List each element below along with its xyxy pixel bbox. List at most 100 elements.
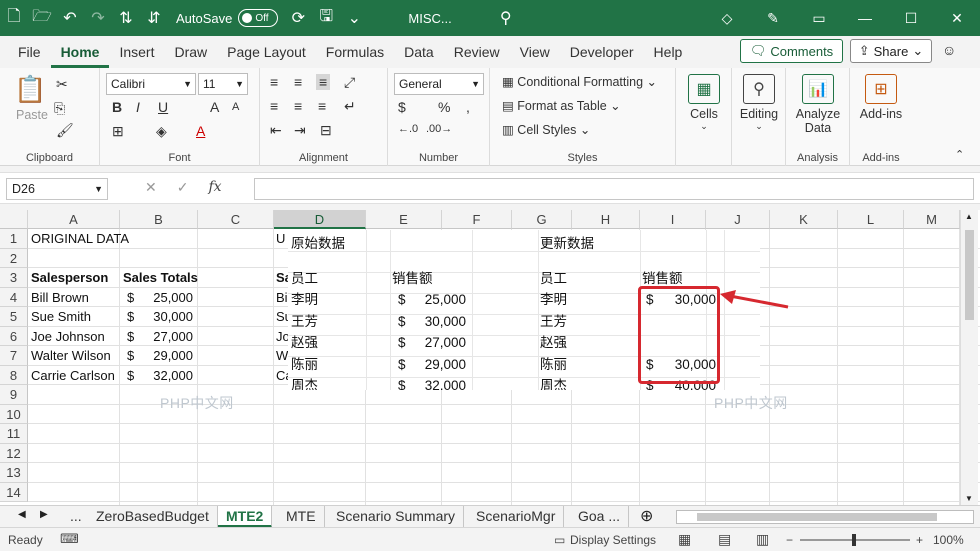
align-right-icon[interactable]: ≡ — [318, 98, 326, 114]
cell-salesperson[interactable]: Carrie Carlson — [31, 366, 115, 385]
align-top-icon[interactable]: ≡ — [270, 74, 278, 90]
cell-sales-total[interactable]: 29,000 — [140, 346, 193, 365]
wrap-text-icon[interactable]: ↵ — [344, 98, 356, 115]
cell-salesperson[interactable]: Bill Brown — [31, 288, 89, 307]
cell-salesperson[interactable]: Walter Wilson — [31, 346, 111, 365]
addins-button[interactable]: ⊞ Add-ins — [854, 74, 908, 121]
enter-icon[interactable]: ✓ — [177, 179, 189, 196]
editing-button[interactable]: ⚲ Editing ⌄ — [736, 74, 782, 132]
increase-decimal-icon[interactable]: ←.0 — [398, 123, 418, 135]
copy-icon[interactable]: ⎘ — [54, 100, 65, 117]
page-layout-view-icon[interactable]: ▤ — [718, 531, 731, 548]
decrease-decimal-icon[interactable]: .00→ — [426, 123, 452, 135]
column-header-j[interactable]: J — [706, 210, 770, 229]
row-header-6[interactable]: 6 — [0, 326, 28, 346]
zoom-slider[interactable] — [800, 534, 910, 546]
file-name[interactable]: MISC... — [408, 11, 451, 26]
align-bottom-icon[interactable]: ≡ — [316, 74, 331, 90]
cell-salesperson[interactable]: Sue Smith — [31, 307, 91, 326]
column-header-f[interactable]: F — [442, 210, 512, 229]
add-sheet-icon[interactable]: ⊕ — [640, 506, 653, 526]
row-header-10[interactable]: 10 — [0, 404, 28, 424]
scroll-down-icon[interactable]: ▼ — [965, 494, 973, 503]
font-name-select[interactable]: Calibri ▼ — [106, 73, 196, 95]
select-all-corner[interactable] — [0, 210, 28, 229]
column-header-c[interactable]: C — [198, 210, 274, 229]
align-left-icon[interactable]: ≡ — [270, 98, 278, 114]
paste-label[interactable]: Paste — [16, 108, 48, 122]
cell-dollar-sign[interactable]: $ — [127, 366, 134, 385]
h-scroll-thumb[interactable] — [697, 513, 937, 521]
file-icon[interactable]: 🗋 — [0, 5, 28, 32]
insert-function-icon[interactable]: fx — [208, 179, 221, 196]
redo-icon[interactable]: ↷ — [84, 8, 112, 28]
row-header-11[interactable]: 11 — [0, 424, 28, 444]
cell-dollar-sign[interactable]: $ — [127, 346, 134, 365]
sheet-tab-mte2[interactable]: MTE2 — [218, 506, 273, 528]
cell-dollar-sign[interactable]: $ — [127, 327, 134, 346]
cut-icon[interactable]: ✂ — [56, 76, 68, 93]
sort-asc-icon[interactable]: ⇅ — [112, 8, 140, 28]
borders-icon[interactable]: ⊞ — [112, 123, 124, 140]
cancel-icon[interactable]: ✕ — [145, 179, 157, 196]
fill-color-icon[interactable]: ◈ — [156, 123, 167, 140]
pen-icon[interactable]: ✎ — [750, 10, 796, 27]
refresh-icon[interactable]: ⟳ — [284, 8, 312, 28]
save-icon[interactable]: 🖫 — [312, 5, 340, 32]
cell-sales-total[interactable]: 27,000 — [140, 327, 193, 346]
column-header-b[interactable]: B — [120, 210, 198, 229]
horizontal-scrollbar[interactable] — [676, 510, 974, 524]
column-header-d[interactable]: D — [274, 210, 366, 229]
grow-font-icon[interactable]: A — [210, 99, 219, 115]
maximize-icon[interactable]: ☐ — [888, 10, 934, 27]
sheet-tab-scenario-summary[interactable]: Scenario Summary — [328, 506, 465, 528]
increase-indent-icon[interactable]: ⇥ — [294, 122, 306, 139]
zoom-thumb[interactable] — [852, 534, 856, 546]
column-header-a[interactable]: A — [28, 210, 120, 229]
display-settings-icon[interactable]: ▭ — [554, 533, 565, 547]
sort-desc-icon[interactable]: ⇵ — [140, 8, 168, 28]
align-center-icon[interactable]: ≡ — [294, 98, 302, 114]
decrease-indent-icon[interactable]: ⇤ — [270, 122, 282, 139]
zoom-out-icon[interactable]: − — [786, 533, 793, 547]
diamond-icon[interactable]: ◇ — [704, 10, 750, 27]
row-header-2[interactable]: 2 — [0, 248, 28, 268]
cell-partial-d[interactable]: U — [276, 229, 285, 248]
merge-center-icon[interactable]: ⊟ — [320, 122, 332, 139]
paste-icon[interactable]: 📋 — [14, 74, 46, 105]
column-header-i[interactable]: I — [640, 210, 706, 229]
sheet-tab-mte[interactable]: MTE — [278, 506, 325, 528]
sheet-tab-more[interactable]: ... — [62, 506, 90, 528]
row-header-1[interactable]: 1 — [0, 229, 28, 249]
zoom-in-icon[interactable]: + — [916, 533, 923, 547]
search-icon[interactable]: ⚲ — [492, 8, 520, 28]
sheet-tab-zerobasedbudget[interactable]: ZeroBasedBudget — [88, 506, 218, 528]
row-header-4[interactable]: 4 — [0, 287, 28, 307]
cell-partial-d[interactable]: Bi — [276, 288, 288, 307]
column-header-h[interactable]: H — [572, 210, 640, 229]
cell-sales-total[interactable]: 25,000 — [140, 288, 193, 307]
row-header-3[interactable]: 3 — [0, 268, 28, 288]
currency-icon[interactable]: $ — [398, 99, 406, 115]
zoom-level[interactable]: 100% — [933, 533, 964, 547]
scroll-thumb[interactable] — [965, 230, 974, 320]
number-format-select[interactable]: General ▼ — [394, 73, 484, 95]
bold-icon[interactable]: B — [112, 99, 122, 115]
next-sheet-icon[interactable]: ▶ — [40, 509, 48, 520]
shrink-font-icon[interactable]: A — [232, 101, 239, 113]
column-header-e[interactable]: E — [366, 210, 442, 229]
scroll-up-icon[interactable]: ▲ — [965, 212, 973, 221]
row-header-14[interactable]: 14 — [0, 482, 28, 502]
cell-salesperson[interactable]: Joe Johnson — [31, 327, 105, 346]
row-header-5[interactable]: 5 — [0, 307, 28, 327]
cell-sales-total[interactable]: 30,000 — [140, 307, 193, 326]
cell-styles-button[interactable]: ▥ Cell Styles ⌄ — [502, 122, 590, 137]
italic-icon[interactable]: I — [136, 99, 140, 115]
page-break-view-icon[interactable]: ▥ — [756, 531, 769, 548]
name-box[interactable]: D26 ▼ — [6, 178, 108, 200]
normal-view-icon[interactable]: ▦ — [678, 531, 691, 548]
formula-input[interactable] — [254, 178, 974, 200]
row-header-13[interactable]: 13 — [0, 463, 28, 483]
font-size-select[interactable]: 11 ▼ — [198, 73, 248, 95]
cell-sales-total[interactable]: 32,000 — [140, 366, 193, 385]
